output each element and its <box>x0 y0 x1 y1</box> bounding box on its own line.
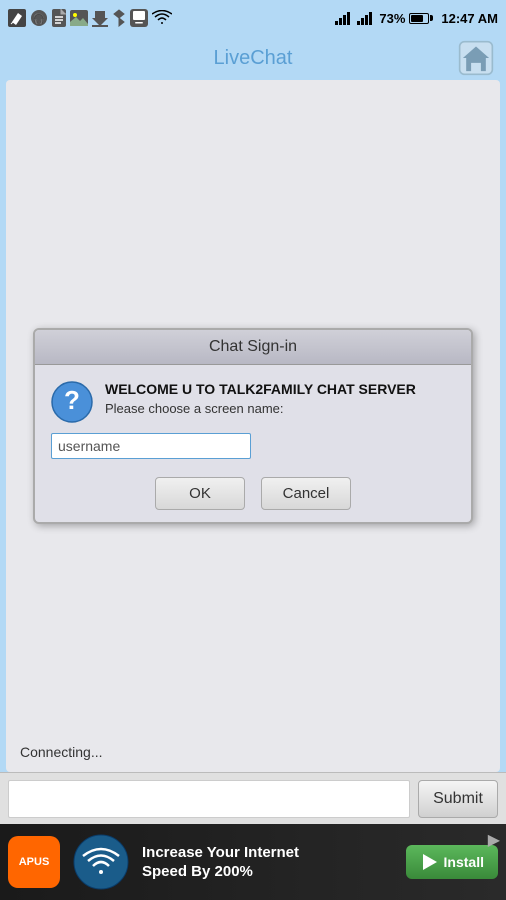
app-title: LiveChat <box>214 47 293 70</box>
dialog-header-row: ? WELCOME U TO TALK2FAMILY CHAT SERVER P… <box>51 381 455 423</box>
wifi-icon <box>152 10 172 26</box>
top-bar: LiveChat <box>0 36 506 80</box>
edit-icon <box>8 9 26 27</box>
ad-banner: APUS Increase Your Internet Speed By 200… <box>0 824 506 900</box>
apus-badge: APUS <box>8 836 60 888</box>
choose-text: Please choose a screen name: <box>105 401 416 416</box>
status-time: 12:47 AM <box>441 11 498 26</box>
main-content: Chat Sign-in ? WELCOME U TO TALK2FAMILY … <box>6 80 500 772</box>
install-button[interactable]: Install <box>406 845 498 879</box>
dialog-overlay: Chat Sign-in ? WELCOME U TO TALK2FAMILY … <box>6 80 500 772</box>
headset-icon: 🎧 <box>30 9 48 27</box>
ad-text-block: Increase Your Internet Speed By 200% <box>142 844 394 880</box>
ok-button[interactable]: OK <box>155 477 245 510</box>
dialog-title-bar: Chat Sign-in <box>35 330 471 365</box>
signal-icon-1 <box>335 11 353 25</box>
play-icon <box>420 853 438 871</box>
download-icon <box>92 9 108 27</box>
bluetooth-icon <box>112 9 126 27</box>
cancel-button[interactable]: Cancel <box>261 477 351 510</box>
connecting-status: Connecting... <box>20 744 103 760</box>
wifi-animation-icon <box>72 833 130 891</box>
battery-icon <box>409 13 433 24</box>
username-input[interactable] <box>51 433 251 459</box>
dialog-body: ? WELCOME U TO TALK2FAMILY CHAT SERVER P… <box>35 365 471 522</box>
dialog-title: Chat Sign-in <box>209 338 297 355</box>
ad-title-line2: Speed By 200% <box>142 863 394 880</box>
chat-signin-dialog: Chat Sign-in ? WELCOME U TO TALK2FAMILY … <box>33 328 473 524</box>
home-button[interactable] <box>454 38 498 78</box>
install-label: Install <box>444 854 484 870</box>
phone-icon <box>130 9 148 27</box>
message-input[interactable] <box>8 780 410 818</box>
image-icon <box>70 10 88 26</box>
svg-text:🎧: 🎧 <box>33 12 45 25</box>
dialog-buttons: OK Cancel <box>51 477 455 510</box>
dialog-text-block: WELCOME U TO TALK2FAMILY CHAT SERVER Ple… <box>105 381 416 416</box>
signal-icon-2 <box>357 11 375 25</box>
status-bar: 🎧 <box>0 0 506 36</box>
status-bar-left: 🎧 <box>8 9 172 27</box>
home-icon <box>458 40 494 76</box>
ad-title-line1: Increase Your Internet <box>142 844 394 861</box>
welcome-text: WELCOME U TO TALK2FAMILY CHAT SERVER <box>105 381 416 397</box>
file-icon <box>52 9 66 27</box>
svg-text:?: ? <box>64 385 80 415</box>
info-icon: ? <box>51 381 93 423</box>
ad-close-icon[interactable]: ▶ <box>488 830 500 850</box>
bottom-bar: Submit <box>0 772 506 824</box>
battery-percent: 73% <box>379 11 405 26</box>
submit-button[interactable]: Submit <box>418 780 498 818</box>
status-bar-right: 73% 12:47 AM <box>335 11 498 26</box>
